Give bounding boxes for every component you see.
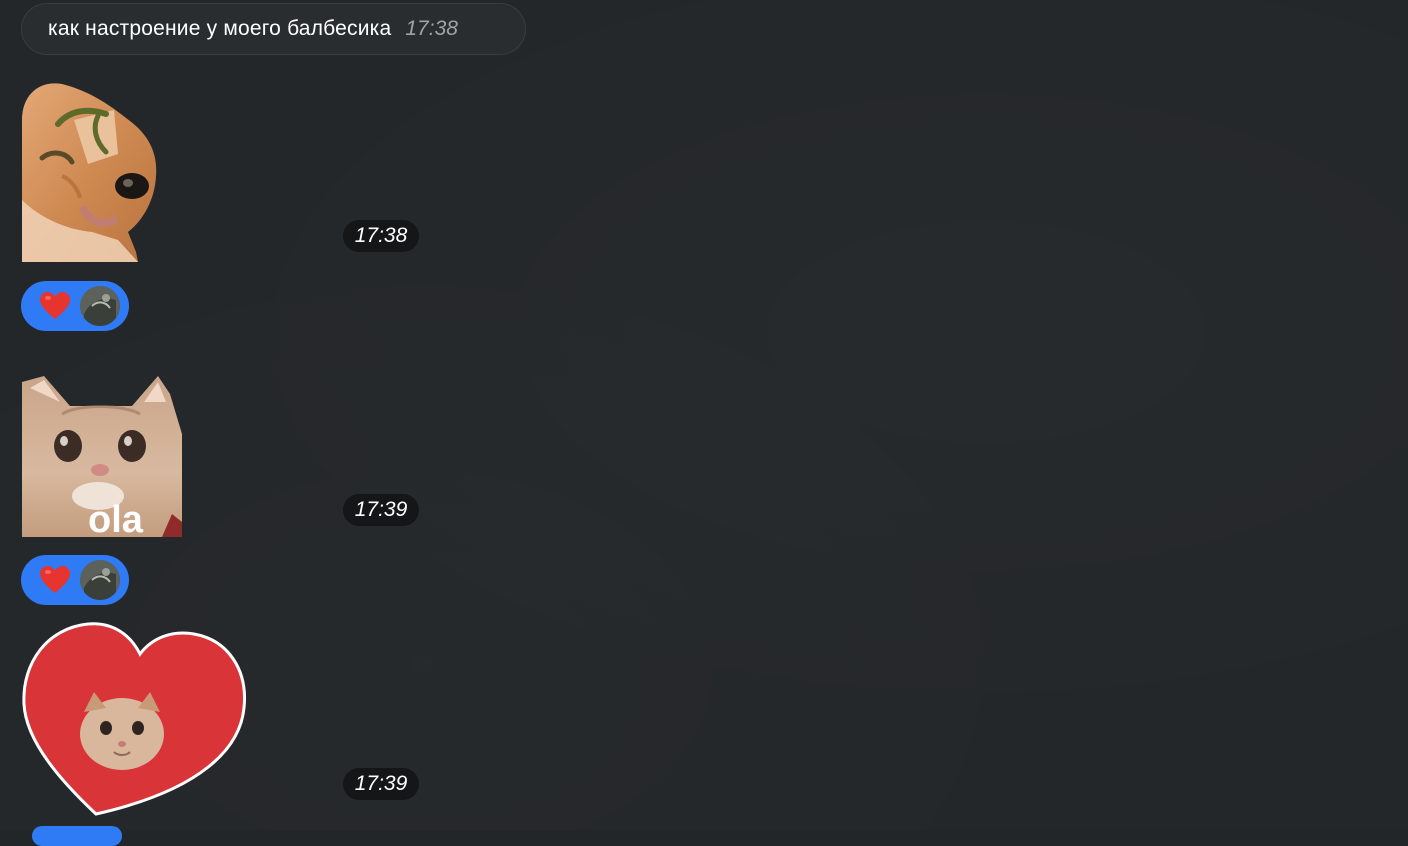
cat-with-eyebrows-sticker[interactable]: [22, 80, 162, 262]
sticker-caption: ola: [88, 499, 144, 537]
message-text: как настроение у моего балбесика: [48, 17, 392, 40]
reactor-avatar[interactable]: [80, 286, 120, 326]
heart-icon: [40, 566, 70, 593]
sticker-time-pill: 17:39: [343, 494, 419, 526]
heart-cat-sticker[interactable]: [22, 622, 248, 816]
reactor-avatar[interactable]: [80, 560, 120, 600]
heart-reaction[interactable]: [21, 555, 129, 605]
text-message-bubble[interactable]: как настроение у моего балбесика 17:38: [21, 3, 526, 55]
heart-icon: [40, 292, 70, 319]
sticker-time-pill: 17:38: [343, 220, 419, 252]
partial-reaction-pill[interactable]: [32, 826, 122, 846]
message-time: 17:38: [405, 17, 458, 40]
sticker-time-pill: 17:39: [343, 768, 419, 800]
cat-ola-sticker[interactable]: ola: [22, 374, 182, 537]
heart-reaction[interactable]: [21, 281, 129, 331]
